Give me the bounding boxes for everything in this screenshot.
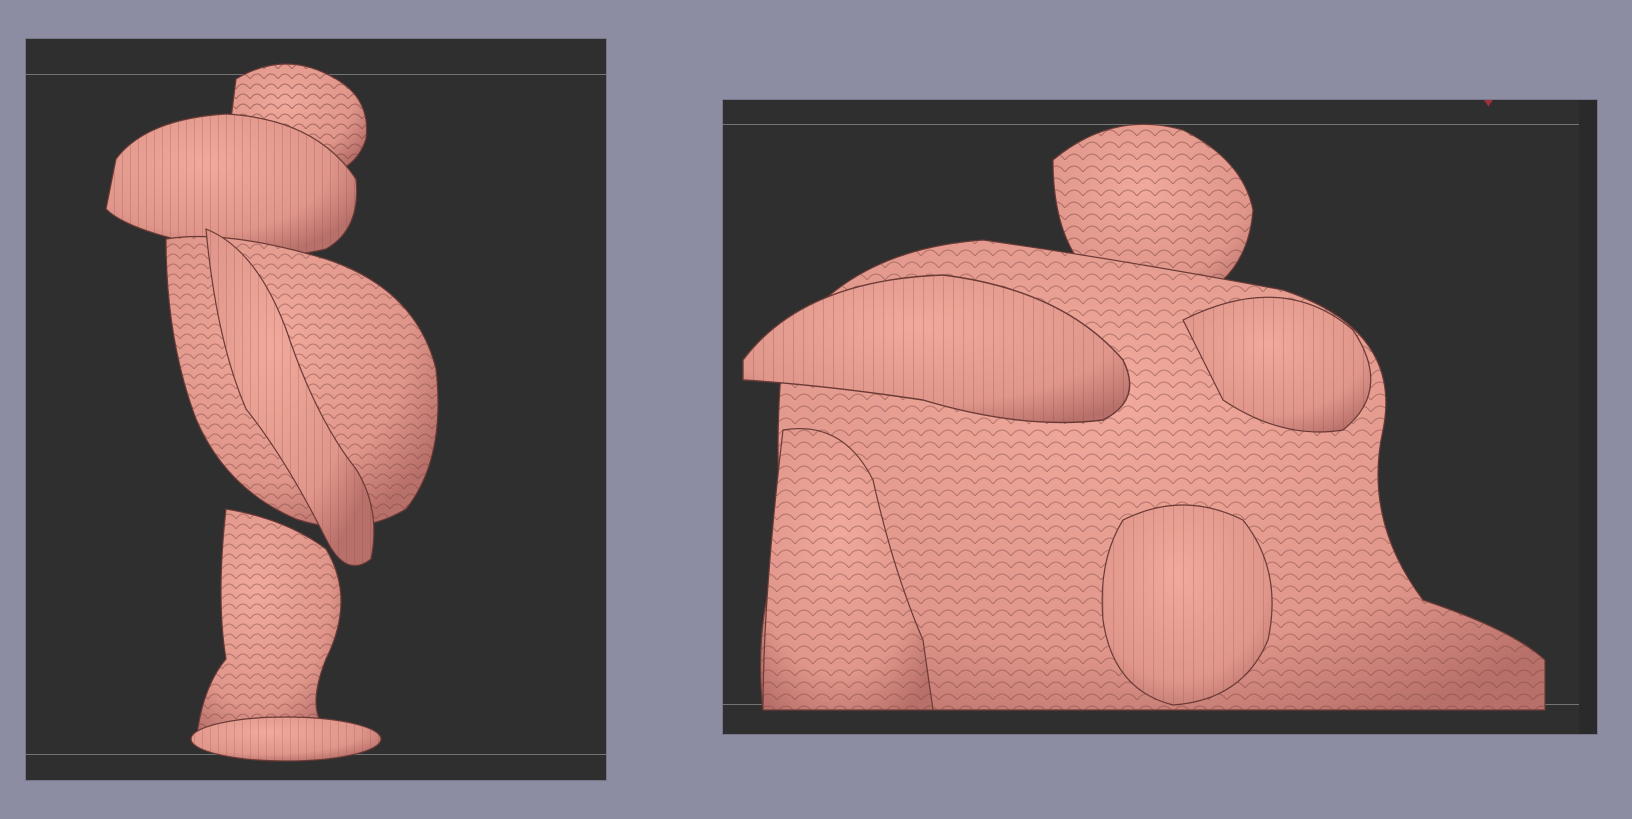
viewport-front-closeup-view[interactable]: ♥ [723, 100, 1597, 734]
viewport-side-view[interactable] [26, 39, 606, 780]
workspace: ♥ [0, 0, 1632, 819]
creature-side-view-icon[interactable] [26, 39, 606, 780]
creature-front-closeup-icon[interactable] [723, 100, 1579, 734]
